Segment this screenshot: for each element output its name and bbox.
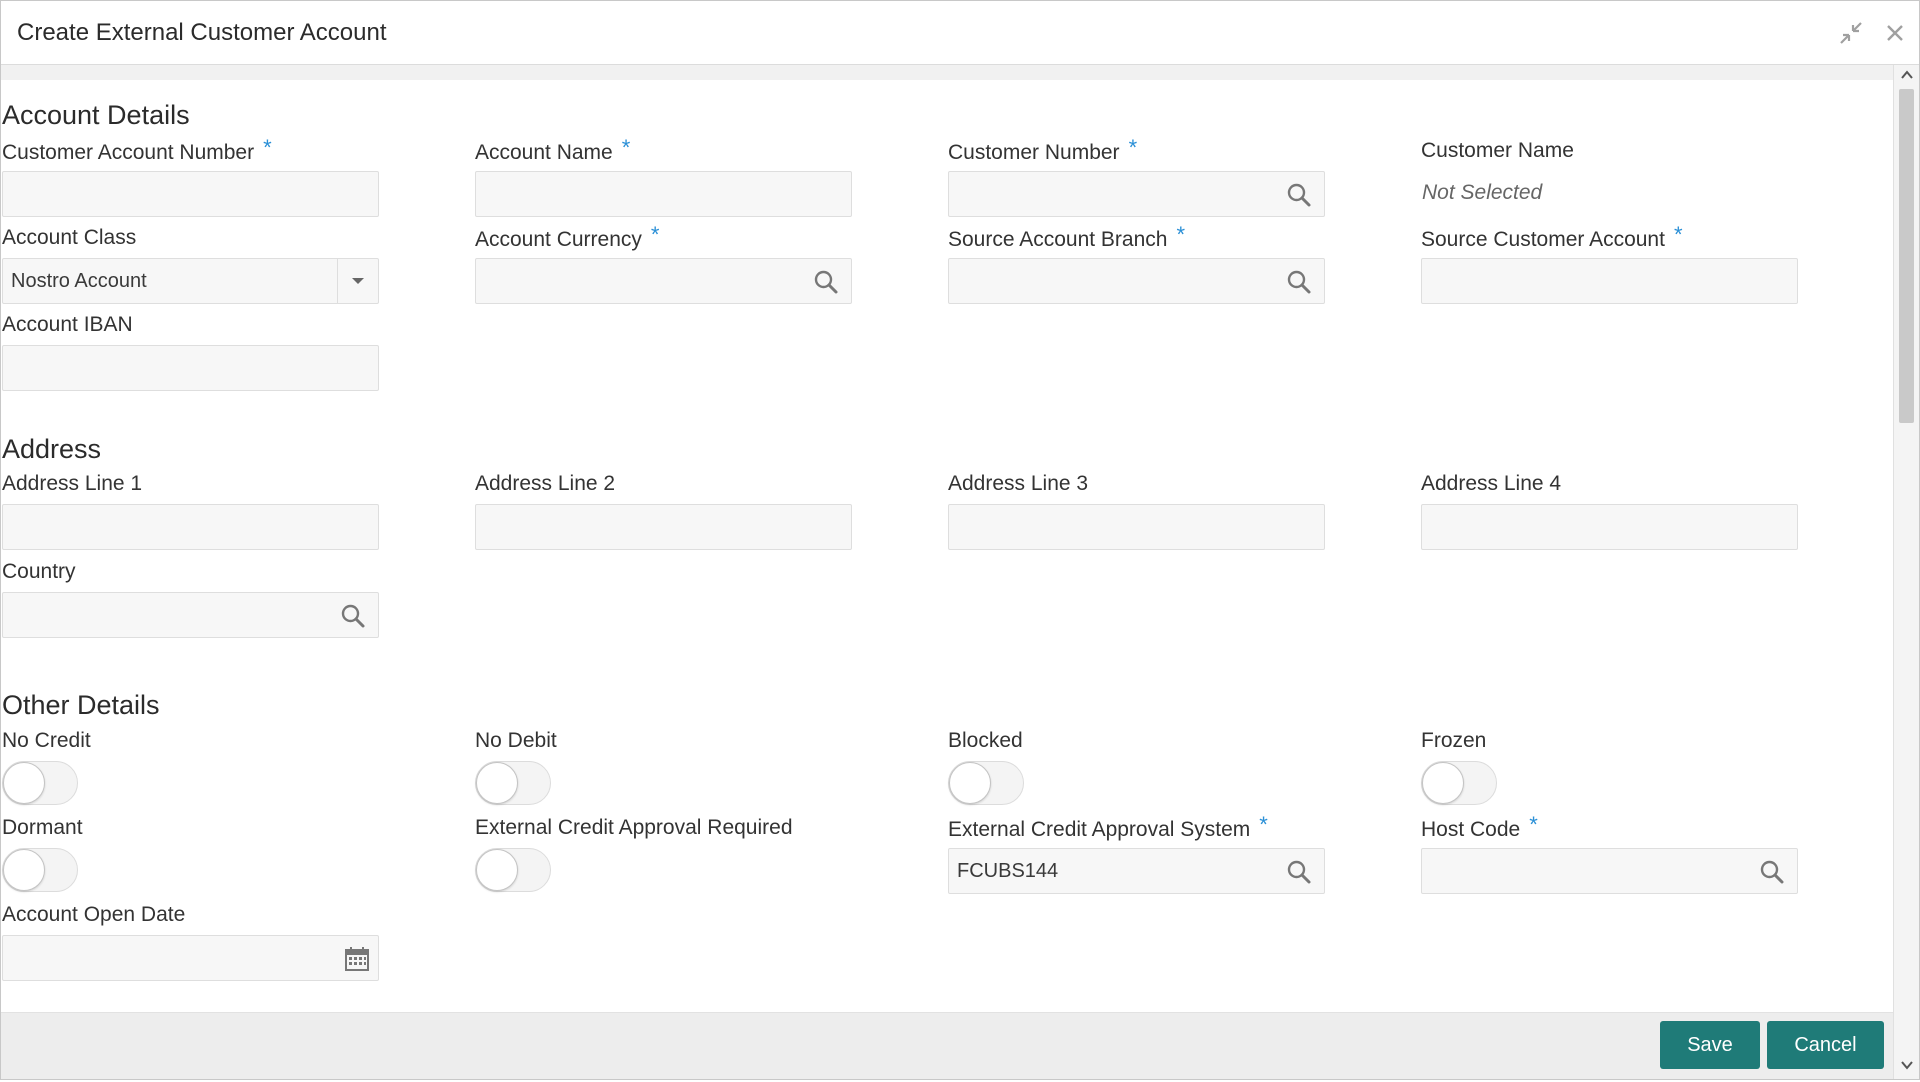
required-marker: * (1529, 812, 1538, 837)
label-customer-account-number: Customer Account Number * (2, 135, 272, 164)
label-source-account-branch: Source Account Branch * (948, 222, 1186, 251)
label-frozen: Frozen (1421, 729, 1487, 752)
required-marker: * (1259, 812, 1268, 837)
account-iban-input[interactable] (2, 345, 379, 391)
required-marker: * (1176, 222, 1186, 247)
label-external-credit-approval-system: External Credit Approval System * (948, 812, 1268, 841)
search-icon[interactable] (1759, 859, 1785, 885)
required-marker: * (1673, 222, 1683, 247)
toggle-knob (1422, 762, 1464, 804)
label-address-line-2: Address Line 2 (475, 472, 616, 495)
toggle-knob (949, 762, 991, 804)
address-line-3-input[interactable] (948, 504, 1325, 550)
section-title-other-details: Other Details (2, 690, 160, 720)
country-input[interactable] (2, 592, 379, 638)
collapse-icon[interactable] (1839, 21, 1863, 45)
label-address-line-1: Address Line 1 (2, 472, 143, 495)
account-open-date-input[interactable] (2, 935, 379, 981)
dialog-footer: Save Cancel (1, 1012, 1894, 1079)
search-icon[interactable] (813, 269, 839, 295)
source-customer-account-input[interactable] (1421, 258, 1798, 304)
save-button[interactable]: Save (1660, 1021, 1760, 1069)
blocked-toggle[interactable] (948, 761, 1024, 805)
scrollbar-thumb[interactable] (1899, 89, 1914, 423)
account-name-input[interactable] (475, 171, 852, 217)
label-no-credit: No Credit (2, 729, 91, 752)
label-blocked: Blocked (948, 729, 1023, 752)
required-marker: * (263, 135, 272, 160)
customer-account-number-input[interactable] (2, 171, 379, 217)
search-icon[interactable] (1286, 182, 1312, 208)
no-debit-toggle[interactable] (475, 761, 551, 805)
label-customer-number: Customer Number * (948, 135, 1138, 164)
dialog-title: Create External Customer Account (17, 19, 387, 46)
label-external-credit-approval-required: External Credit Approval Required (475, 816, 793, 839)
customer-number-input[interactable] (948, 171, 1325, 217)
toggle-knob (476, 762, 518, 804)
search-icon[interactable] (340, 603, 366, 629)
label-account-currency: Account Currency * (475, 222, 660, 251)
form-content: Account Details Customer Account Number *… (1, 80, 1894, 1012)
account-currency-input[interactable] (475, 258, 852, 304)
label-address-line-4: Address Line 4 (1421, 472, 1562, 495)
search-icon[interactable] (1286, 269, 1312, 295)
toggle-knob (3, 762, 45, 804)
scroll-up-icon[interactable] (1894, 67, 1919, 87)
create-external-customer-account-dialog: Create External Customer Account Account… (0, 0, 1920, 1080)
label-account-name: Account Name * (475, 135, 631, 164)
dormant-toggle[interactable] (2, 848, 78, 892)
account-class-select[interactable]: Nostro Account (2, 258, 379, 304)
address-line-2-input[interactable] (475, 504, 852, 550)
host-code-input[interactable] (1421, 848, 1798, 894)
address-line-4-input[interactable] (1421, 504, 1798, 550)
section-title-address: Address (2, 434, 102, 464)
required-marker: * (1128, 135, 1138, 160)
label-account-iban: Account IBAN (2, 313, 133, 336)
toggle-knob (476, 849, 518, 891)
label-host-code: Host Code * (1421, 812, 1538, 841)
label-dormant: Dormant (2, 816, 83, 839)
dialog-titlebar: Create External Customer Account (1, 1, 1919, 65)
calendar-icon[interactable] (344, 946, 370, 972)
toggle-knob (3, 849, 45, 891)
scroll-down-icon[interactable] (1894, 1057, 1919, 1077)
external-credit-approval-system-input[interactable]: FCUBS144 (948, 848, 1325, 894)
frozen-toggle[interactable] (1421, 761, 1497, 805)
cancel-button[interactable]: Cancel (1767, 1021, 1884, 1069)
label-address-line-3: Address Line 3 (948, 472, 1089, 495)
close-icon[interactable] (1883, 21, 1907, 45)
label-customer-name: Customer Name (1421, 139, 1574, 162)
select-divider (337, 259, 338, 303)
search-icon[interactable] (1286, 859, 1312, 885)
label-account-class: Account Class (2, 226, 137, 249)
label-source-customer-account: Source Customer Account * (1421, 222, 1683, 251)
content-top-strip (1, 65, 1894, 80)
label-no-debit: No Debit (475, 729, 557, 752)
source-account-branch-input[interactable] (948, 258, 1325, 304)
required-marker: * (621, 135, 631, 160)
section-title-account-details: Account Details (2, 100, 190, 130)
customer-name-value: Not Selected (1422, 181, 1543, 204)
label-country: Country (2, 560, 76, 583)
chevron-down-icon[interactable] (348, 271, 368, 291)
external-credit-approval-required-toggle[interactable] (475, 848, 551, 892)
required-marker: * (650, 222, 660, 247)
label-account-open-date: Account Open Date (2, 903, 186, 926)
no-credit-toggle[interactable] (2, 761, 78, 805)
vertical-scrollbar[interactable] (1893, 65, 1919, 1079)
address-line-1-input[interactable] (2, 504, 379, 550)
